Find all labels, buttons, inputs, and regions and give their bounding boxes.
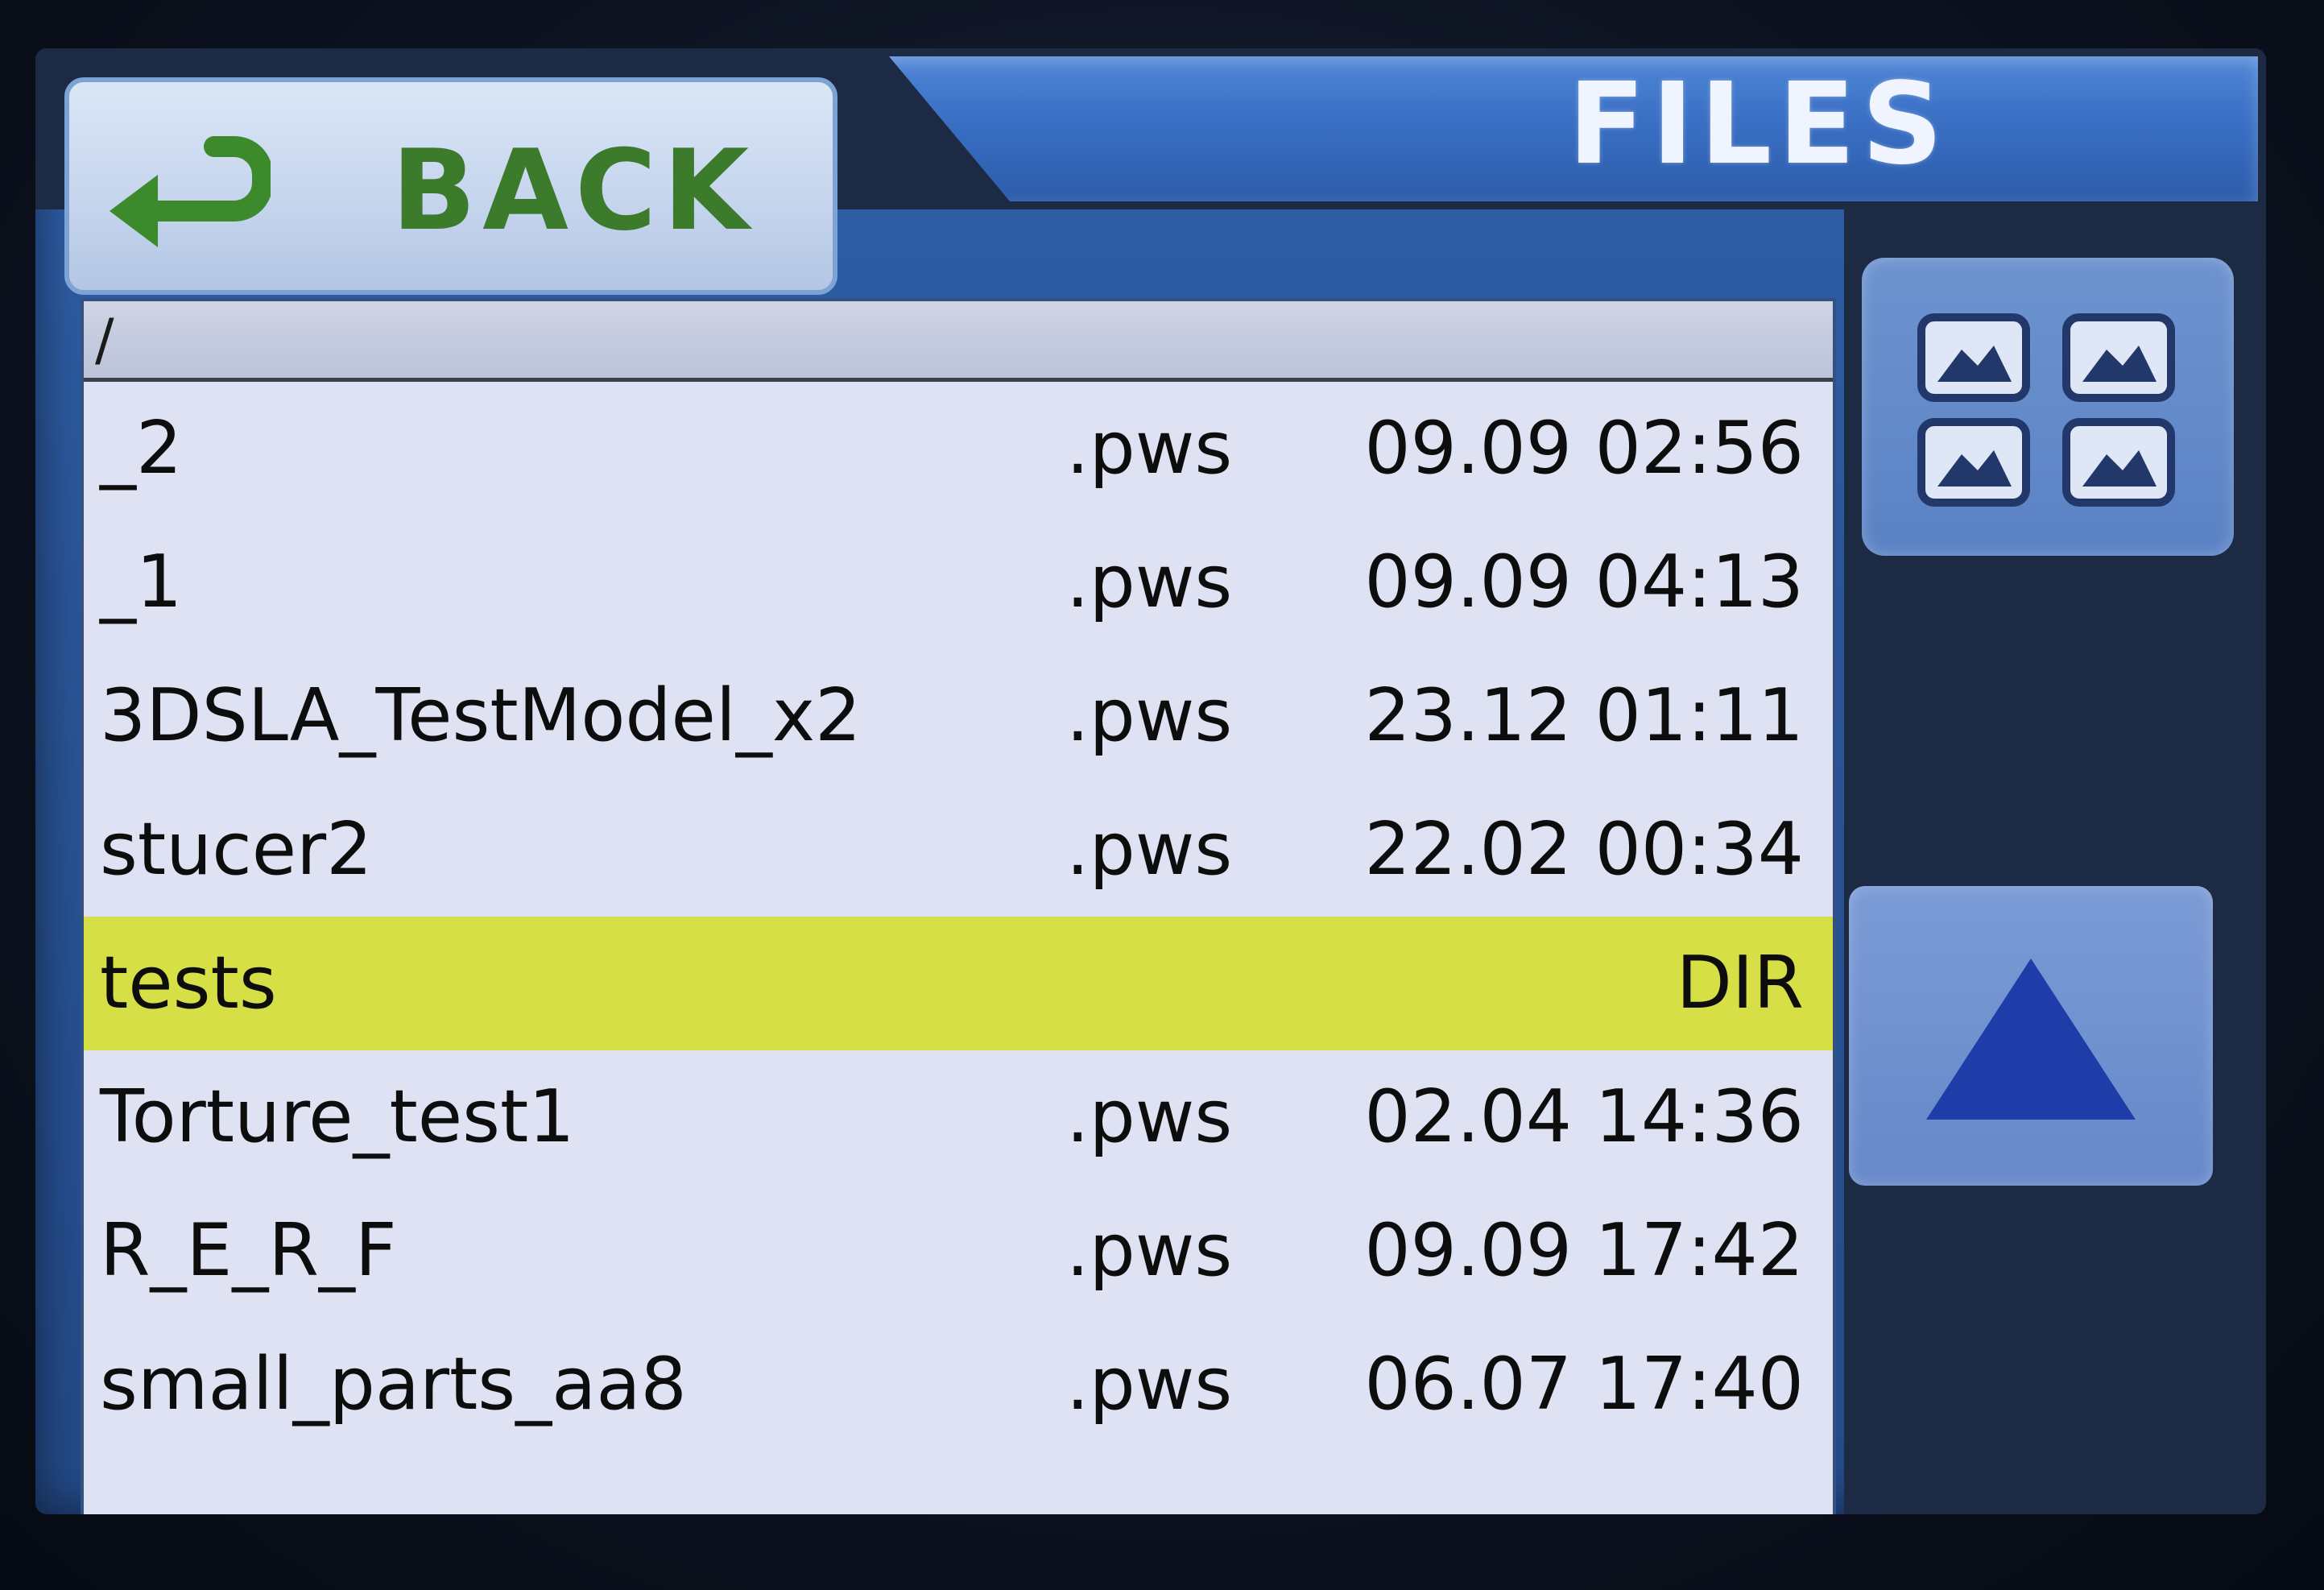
file-date: 06.07 17:40	[1364, 1342, 1804, 1426]
thumbnail-grid-icon	[1917, 313, 2175, 507]
file-row[interactable]: stucer2 .pws 22.02 00:34	[84, 783, 1833, 917]
file-extension: .pws	[1066, 673, 1233, 758]
file-row[interactable]: _2 .pws 09.09 02:56	[84, 382, 1833, 516]
file-row[interactable]: _1 .pws 09.09 04:13	[84, 516, 1833, 649]
back-label: BACK	[391, 126, 756, 255]
file-list[interactable]: _2 .pws 09.09 02:56 _1 .pws 09.09 04:13 …	[84, 382, 1833, 1514]
current-path: /	[95, 307, 114, 373]
file-browser: / _2 .pws 09.09 02:56 _1 .pws 09.09 04:1…	[81, 298, 1836, 1514]
title-bar: FILES	[889, 56, 2258, 201]
file-extension: .pws	[1066, 1208, 1233, 1293]
file-name: Torture_test1	[100, 1074, 575, 1159]
touchscreen: FILES BACK / _2 .pws 09.09 02:56 _1 .pws…	[35, 48, 2266, 1514]
scroll-up-button[interactable]	[1849, 886, 2213, 1186]
file-extension	[1066, 917, 1276, 1050]
file-row[interactable]: 3DSLA_TestModel_x2 .pws 23.12 01:11	[84, 649, 1833, 783]
file-name: R_E_R_F	[100, 1208, 397, 1293]
file-extension: .pws	[1066, 807, 1233, 892]
file-row[interactable]: R_E_R_F .pws 09.09 17:42	[84, 1184, 1833, 1318]
directory-row-selected[interactable]: tests DIR	[84, 917, 1833, 1050]
file-date: 23.12 01:11	[1364, 673, 1804, 758]
file-date: 09.09 17:42	[1364, 1208, 1804, 1293]
file-extension: .pws	[1066, 406, 1233, 491]
file-extension: .pws	[1066, 1342, 1233, 1426]
file-name: stucer2	[100, 807, 373, 892]
file-name: _2	[100, 406, 183, 491]
file-type-dir: DIR	[1676, 941, 1804, 1025]
path-bar: /	[84, 301, 1833, 382]
file-row[interactable]: Torture_test1 .pws 02.04 14:36	[84, 1050, 1833, 1184]
file-name: tests	[100, 941, 277, 1025]
file-name: small_parts_aa8	[100, 1342, 687, 1426]
file-date: 22.02 00:34	[1364, 807, 1804, 892]
file-date: 09.09 04:13	[1364, 540, 1804, 624]
file-extension: .pws	[1066, 1074, 1233, 1159]
file-date: 02.04 14:36	[1364, 1074, 1804, 1159]
file-name: 3DSLA_TestModel_x2	[100, 673, 862, 758]
back-button[interactable]: BACK	[64, 77, 837, 295]
file-name: _1	[100, 540, 183, 624]
page-title: FILES	[1568, 59, 1950, 190]
triangle-up-icon	[1926, 959, 2136, 1120]
file-date: 09.09 02:56	[1364, 406, 1804, 491]
file-extension: .pws	[1066, 540, 1233, 624]
thumbnail-view-button[interactable]	[1862, 258, 2234, 556]
return-arrow-icon	[110, 136, 271, 247]
file-row[interactable]: small_parts_aa8 .pws 06.07 17:40	[84, 1318, 1833, 1451]
